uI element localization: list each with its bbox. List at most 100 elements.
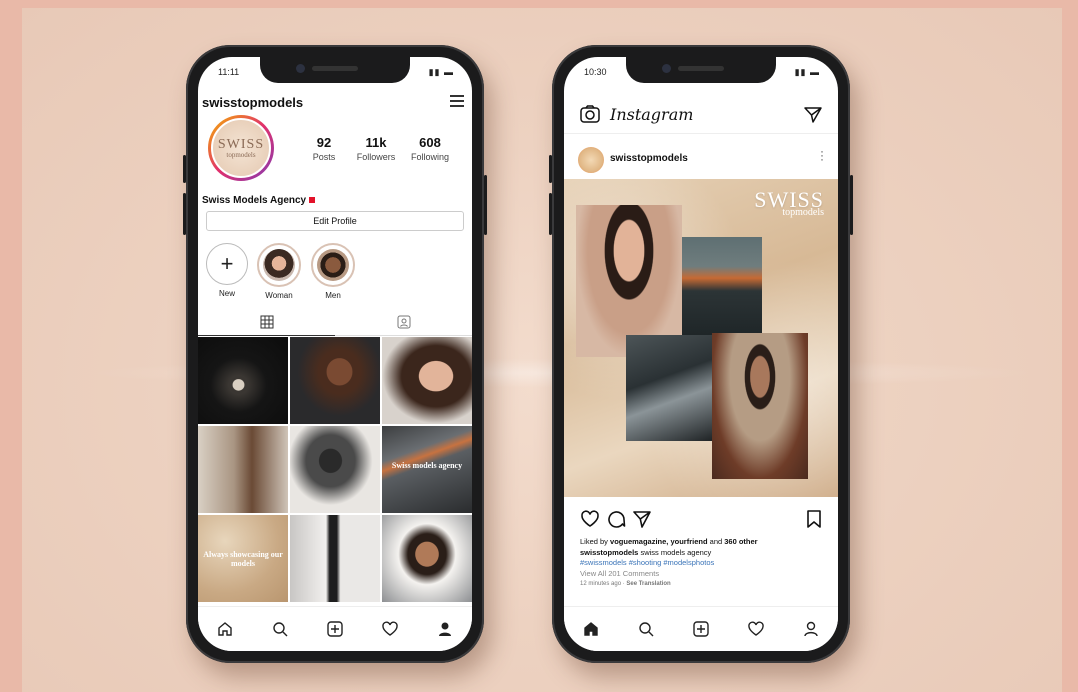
grid-post[interactable] bbox=[198, 337, 288, 424]
plus-icon: + bbox=[220, 251, 234, 276]
grid-post[interactable] bbox=[290, 337, 380, 424]
profile-icon[interactable] bbox=[800, 618, 822, 640]
post-caption: Liked by voguemagazine, yourfriend and 3… bbox=[580, 537, 822, 590]
status-time: 10:30 bbox=[584, 67, 607, 77]
grid-post[interactable] bbox=[382, 515, 472, 602]
left-phone: 11:11 ▮▮ ▬ swisstopmodels SWISS topmodel… bbox=[183, 45, 487, 663]
highlight-label: Men bbox=[325, 291, 341, 300]
tab-grid[interactable] bbox=[198, 309, 335, 336]
hashtags[interactable]: #swissmodels #shooting #modelsphotos bbox=[580, 558, 822, 569]
comment-icon[interactable] bbox=[606, 509, 626, 529]
tab-tagged[interactable] bbox=[335, 309, 472, 335]
highlight-label: Woman bbox=[265, 291, 293, 300]
instagram-header: Instagram bbox=[564, 93, 838, 134]
home-icon[interactable] bbox=[214, 618, 236, 640]
volume-button bbox=[183, 193, 186, 235]
post-actions bbox=[580, 509, 822, 529]
signal-battery-icon: ▮▮ ▬ bbox=[428, 67, 454, 77]
grid-icon bbox=[260, 315, 273, 329]
stat-value: 608 bbox=[419, 135, 441, 150]
highlight-new[interactable]: + New bbox=[202, 243, 252, 298]
right-phone: 10:30 ▮▮ ▬ Instagram swisstopmodels · · · … bbox=[549, 45, 853, 663]
search-icon[interactable] bbox=[269, 618, 291, 640]
bio-name-text: Swiss Models Agency bbox=[202, 195, 307, 206]
profile-tabs bbox=[198, 309, 472, 336]
camera-icon[interactable] bbox=[580, 105, 600, 123]
likes-line: Liked by voguemagazine, yourfriend and 3… bbox=[580, 537, 822, 548]
view-comments-link[interactable]: View All 201 Comments bbox=[580, 569, 822, 580]
direct-message-icon[interactable] bbox=[804, 106, 822, 124]
mockup-backdrop bbox=[22, 8, 1062, 692]
stat-label: Followers bbox=[356, 152, 396, 162]
grid-post[interactable] bbox=[290, 426, 380, 513]
right-screen: 10:30 ▮▮ ▬ Instagram swisstopmodels · · · … bbox=[564, 57, 838, 651]
search-icon[interactable] bbox=[635, 618, 657, 640]
share-icon[interactable] bbox=[632, 509, 652, 529]
status-time: 11:11 bbox=[218, 67, 240, 77]
menu-icon[interactable] bbox=[450, 95, 464, 107]
posts-grid: Swiss models agency Always showcasing ou… bbox=[198, 337, 472, 602]
heart-icon[interactable] bbox=[379, 618, 401, 640]
avatar-logo-sub: topmodels bbox=[226, 151, 256, 159]
liked-users[interactable]: voguemagazine, yourfriend bbox=[610, 537, 708, 546]
signal-battery-icon: ▮▮ ▬ bbox=[794, 67, 820, 77]
stat-following[interactable]: 608 Following bbox=[400, 135, 460, 162]
home-icon[interactable] bbox=[580, 618, 602, 640]
caption-text: swiss models agency bbox=[638, 547, 712, 557]
liked-prefix: Liked by bbox=[580, 537, 611, 546]
caption-username[interactable]: swisstopmodels bbox=[580, 548, 638, 557]
liked-others[interactable]: 360 other bbox=[724, 537, 757, 546]
profile-icon[interactable] bbox=[434, 618, 456, 640]
collage-photo-mountain-dark bbox=[626, 335, 716, 441]
post-overlay-text: Always showcasing our models bbox=[203, 549, 283, 569]
power-button bbox=[850, 175, 853, 235]
volume-button bbox=[549, 155, 552, 183]
post-avatar[interactable] bbox=[578, 147, 604, 173]
post-meta: 12 minutes ago · See Translation bbox=[580, 581, 671, 587]
power-button bbox=[484, 175, 487, 235]
liked-and: and bbox=[707, 537, 725, 546]
collage-photo-man bbox=[712, 333, 808, 479]
grid-post[interactable]: Always showcasing our models bbox=[198, 515, 288, 602]
status-bar: 10:30 ▮▮ ▬ bbox=[580, 65, 822, 79]
grid-post[interactable]: Swiss models agency bbox=[382, 426, 472, 513]
collage-photo-mountain bbox=[682, 237, 762, 335]
profile-username: swisstopmodels bbox=[202, 95, 304, 110]
post-watermark: SWISS topmodels bbox=[754, 189, 824, 219]
bottom-nav bbox=[564, 606, 838, 651]
tagged-icon bbox=[397, 315, 410, 329]
add-icon[interactable] bbox=[324, 618, 346, 640]
stat-value: 11k bbox=[365, 135, 387, 150]
bookmark-icon[interactable] bbox=[806, 509, 822, 529]
stat-posts[interactable]: 92 Posts bbox=[294, 135, 354, 162]
stat-value: 92 bbox=[316, 135, 332, 150]
grid-post[interactable] bbox=[290, 515, 380, 602]
bio-name: Swiss Models Agency bbox=[202, 195, 316, 206]
post-image[interactable]: SWISS topmodels bbox=[564, 179, 838, 497]
see-translation-link[interactable]: See Translation bbox=[626, 581, 670, 587]
like-heart-icon[interactable] bbox=[580, 509, 600, 529]
more-options-icon[interactable]: · · · bbox=[820, 145, 824, 165]
bottom-nav bbox=[198, 606, 472, 651]
swiss-flag-icon bbox=[309, 197, 316, 204]
highlight-woman[interactable]: Woman bbox=[254, 243, 304, 300]
volume-button bbox=[549, 193, 552, 235]
highlight-men[interactable]: Men bbox=[308, 243, 358, 300]
instagram-logo: Instagram bbox=[610, 105, 694, 124]
woman-portrait bbox=[263, 249, 295, 281]
post-timestamp: 12 minutes ago bbox=[580, 581, 622, 587]
stat-label: Posts bbox=[312, 152, 336, 162]
grid-post[interactable] bbox=[198, 426, 288, 513]
stat-label: Following bbox=[410, 152, 450, 162]
grid-post[interactable] bbox=[382, 337, 472, 424]
highlight-label: New bbox=[218, 289, 235, 298]
profile-avatar[interactable]: SWISS topmodels bbox=[208, 115, 274, 181]
add-icon[interactable] bbox=[690, 618, 712, 640]
stat-followers[interactable]: 11k Followers bbox=[346, 135, 406, 162]
heart-icon[interactable] bbox=[745, 618, 767, 640]
left-screen: 11:11 ▮▮ ▬ swisstopmodels SWISS topmodel… bbox=[198, 57, 472, 651]
status-bar: 11:11 ▮▮ ▬ bbox=[214, 65, 456, 79]
edit-profile-button[interactable]: Edit Profile bbox=[206, 211, 464, 231]
post-header: swisstopmodels · · · bbox=[564, 141, 838, 177]
post-username[interactable]: swisstopmodels bbox=[610, 153, 688, 164]
